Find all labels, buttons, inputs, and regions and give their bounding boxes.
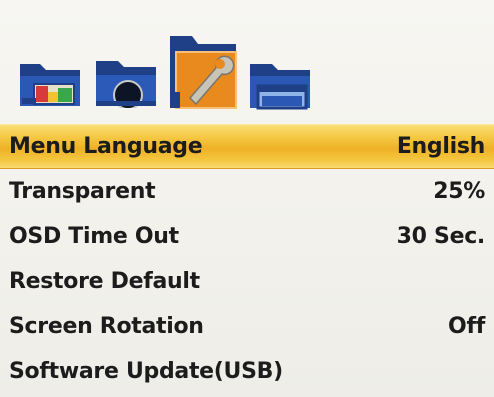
menu-item-value: 25% xyxy=(433,179,485,204)
menu-item-osd-time-out[interactable]: OSD Time Out 30 Sec. xyxy=(0,214,494,259)
menu-item-label: Software Update(USB) xyxy=(9,359,283,384)
menu-item-value: English xyxy=(396,134,485,159)
osd-screen: Menu Language English Transparent 25% OS… xyxy=(0,0,494,397)
menu-item-value: 30 Sec. xyxy=(396,224,486,249)
menu-item-restore-default[interactable]: Restore Default xyxy=(0,259,494,304)
osd-menu-list: Menu Language English Transparent 25% OS… xyxy=(0,124,494,394)
menu-item-menu-language[interactable]: Menu Language English xyxy=(0,124,494,169)
menu-item-label: Menu Language xyxy=(9,134,203,159)
osd-tab-bar xyxy=(0,0,494,118)
menu-item-software-update[interactable]: Software Update(USB) xyxy=(0,349,494,394)
menu-item-screen-rotation[interactable]: Screen Rotation Off xyxy=(0,304,494,349)
folder-window-icon[interactable] xyxy=(248,60,312,110)
menu-item-label: Transparent xyxy=(9,179,156,204)
folder-wrench-icon[interactable] xyxy=(168,32,240,110)
menu-item-label: OSD Time Out xyxy=(9,224,179,249)
folder-picture-icon[interactable] xyxy=(18,58,82,108)
menu-item-value: Off xyxy=(448,314,485,339)
menu-item-label: Screen Rotation xyxy=(9,314,204,339)
menu-item-label: Restore Default xyxy=(9,269,200,294)
menu-item-transparent[interactable]: Transparent 25% xyxy=(0,169,494,214)
folder-circle-icon[interactable] xyxy=(94,55,158,108)
